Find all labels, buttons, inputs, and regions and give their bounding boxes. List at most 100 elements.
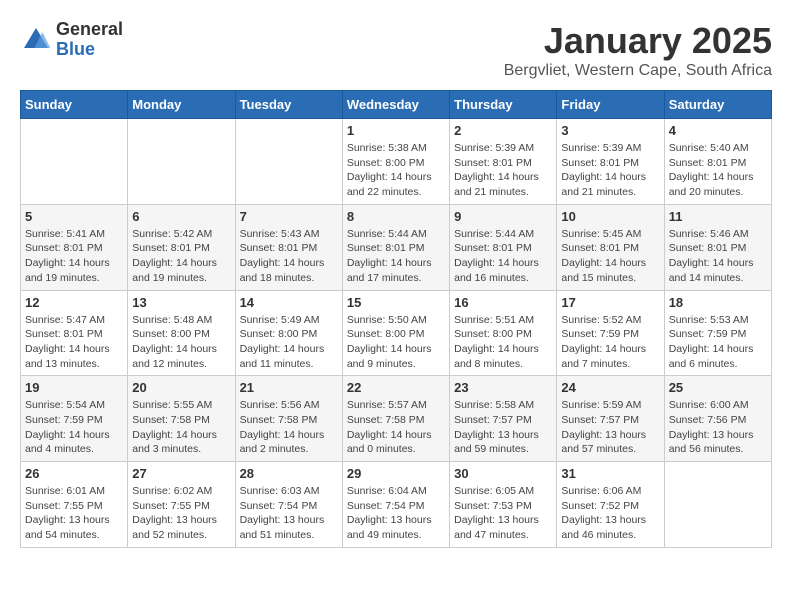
calendar-header-saturday: Saturday — [664, 91, 771, 119]
day-info: Sunrise: 5:55 AM Sunset: 7:58 PM Dayligh… — [132, 398, 230, 457]
day-number: 26 — [25, 466, 123, 481]
calendar-cell: 4Sunrise: 5:40 AM Sunset: 8:01 PM Daylig… — [664, 119, 771, 205]
calendar-cell: 8 Sunrise: 5:44 AM Sunset: 8:01 PM Daylig… — [342, 204, 449, 290]
day-info: Sunrise: 6:06 AM Sunset: 7:52 PM Dayligh… — [561, 484, 659, 543]
day-info: Sunrise: 6:03 AM Sunset: 7:54 PM Dayligh… — [240, 484, 338, 543]
calendar-cell: 29 Sunrise: 6:04 AM Sunset: 7:54 PM Dayli… — [342, 462, 449, 548]
calendar: SundayMondayTuesdayWednesdayThursdayFrid… — [20, 90, 772, 548]
day-number: 29 — [347, 466, 445, 481]
day-number: 19 — [25, 380, 123, 395]
calendar-cell: 28 Sunrise: 6:03 AM Sunset: 7:54 PM Dayli… — [235, 462, 342, 548]
day-info: Sunrise: 6:02 AM Sunset: 7:55 PM Dayligh… — [132, 484, 230, 543]
day-number: 11 — [669, 209, 767, 224]
calendar-cell: 7 Sunrise: 5:43 AM Sunset: 8:01 PM Daylig… — [235, 204, 342, 290]
day-number: 21 — [240, 380, 338, 395]
day-number: 10 — [561, 209, 659, 224]
location-title: Bergvliet, Western Cape, South Africa — [504, 62, 772, 80]
calendar-body: 1Sunrise: 5:38 AM Sunset: 8:00 PM Daylig… — [21, 119, 772, 548]
calendar-cell: 6 Sunrise: 5:42 AM Sunset: 8:01 PM Daylig… — [128, 204, 235, 290]
day-info: Sunrise: 5:49 AM Sunset: 8:00 PM Dayligh… — [240, 313, 338, 372]
day-number: 8 — [347, 209, 445, 224]
logo-general-text: General — [56, 19, 123, 39]
day-info: Sunrise: 5:44 AM Sunset: 8:01 PM Dayligh… — [347, 227, 445, 286]
calendar-cell: 30 Sunrise: 6:05 AM Sunset: 7:53 PM Dayli… — [450, 462, 557, 548]
day-number: 20 — [132, 380, 230, 395]
header: General Blue January 2025 Bergvliet, Wes… — [20, 20, 772, 80]
day-info: Sunrise: 5:39 AM Sunset: 8:01 PM Dayligh… — [454, 141, 552, 200]
calendar-week-row: 26Sunrise: 6:01 AM Sunset: 7:55 PM Dayli… — [21, 462, 772, 548]
day-number: 22 — [347, 380, 445, 395]
day-number: 14 — [240, 295, 338, 310]
day-info: Sunrise: 5:56 AM Sunset: 7:58 PM Dayligh… — [240, 398, 338, 457]
calendar-cell: 21 Sunrise: 5:56 AM Sunset: 7:58 PM Dayli… — [235, 376, 342, 462]
day-number: 3 — [561, 123, 659, 138]
calendar-header-row: SundayMondayTuesdayWednesdayThursdayFrid… — [21, 91, 772, 119]
day-number: 6 — [132, 209, 230, 224]
day-info: Sunrise: 5:44 AM Sunset: 8:01 PM Dayligh… — [454, 227, 552, 286]
day-info: Sunrise: 5:42 AM Sunset: 8:01 PM Dayligh… — [132, 227, 230, 286]
day-info: Sunrise: 5:50 AM Sunset: 8:00 PM Dayligh… — [347, 313, 445, 372]
calendar-cell: 3 Sunrise: 5:39 AM Sunset: 8:01 PM Daylig… — [557, 119, 664, 205]
day-info: Sunrise: 5:57 AM Sunset: 7:58 PM Dayligh… — [347, 398, 445, 457]
day-info: Sunrise: 5:43 AM Sunset: 8:01 PM Dayligh… — [240, 227, 338, 286]
logo-blue-text: Blue — [56, 39, 95, 59]
calendar-cell: 16 Sunrise: 5:51 AM Sunset: 8:00 PM Dayli… — [450, 290, 557, 376]
day-number: 24 — [561, 380, 659, 395]
day-info: Sunrise: 6:05 AM Sunset: 7:53 PM Dayligh… — [454, 484, 552, 543]
calendar-cell: 5 Sunrise: 5:41 AM Sunset: 8:01 PM Daylig… — [21, 204, 128, 290]
day-info: Sunrise: 5:40 AM Sunset: 8:01 PM Dayligh… — [669, 141, 767, 200]
logo-icon — [20, 24, 52, 56]
day-number: 7 — [240, 209, 338, 224]
calendar-cell — [128, 119, 235, 205]
calendar-cell: 10 Sunrise: 5:45 AM Sunset: 8:01 PM Dayli… — [557, 204, 664, 290]
day-info: Sunrise: 5:41 AM Sunset: 8:01 PM Dayligh… — [25, 227, 123, 286]
day-info: Sunrise: 5:58 AM Sunset: 7:57 PM Dayligh… — [454, 398, 552, 457]
calendar-cell: 24 Sunrise: 5:59 AM Sunset: 7:57 PM Dayli… — [557, 376, 664, 462]
calendar-cell: 22 Sunrise: 5:57 AM Sunset: 7:58 PM Dayli… — [342, 376, 449, 462]
day-number: 30 — [454, 466, 552, 481]
calendar-header-friday: Friday — [557, 91, 664, 119]
calendar-header-sunday: Sunday — [21, 91, 128, 119]
day-info: Sunrise: 5:53 AM Sunset: 7:59 PM Dayligh… — [669, 313, 767, 372]
calendar-cell: 17Sunrise: 5:52 AM Sunset: 7:59 PM Dayli… — [557, 290, 664, 376]
calendar-cell — [235, 119, 342, 205]
day-number: 28 — [240, 466, 338, 481]
day-number: 17 — [561, 295, 659, 310]
calendar-header-tuesday: Tuesday — [235, 91, 342, 119]
calendar-week-row: 19 Sunrise: 5:54 AM Sunset: 7:59 PM Dayli… — [21, 376, 772, 462]
calendar-cell: 1Sunrise: 5:38 AM Sunset: 8:00 PM Daylig… — [342, 119, 449, 205]
day-info: Sunrise: 6:00 AM Sunset: 7:56 PM Dayligh… — [669, 398, 767, 457]
calendar-week-row: 1Sunrise: 5:38 AM Sunset: 8:00 PM Daylig… — [21, 119, 772, 205]
day-info: Sunrise: 5:45 AM Sunset: 8:01 PM Dayligh… — [561, 227, 659, 286]
day-info: Sunrise: 5:39 AM Sunset: 8:01 PM Dayligh… — [561, 141, 659, 200]
day-number: 13 — [132, 295, 230, 310]
title-area: January 2025 Bergvliet, Western Cape, So… — [504, 20, 772, 80]
calendar-header-monday: Monday — [128, 91, 235, 119]
day-number: 25 — [669, 380, 767, 395]
day-info: Sunrise: 5:59 AM Sunset: 7:57 PM Dayligh… — [561, 398, 659, 457]
calendar-week-row: 5 Sunrise: 5:41 AM Sunset: 8:01 PM Daylig… — [21, 204, 772, 290]
calendar-cell: 27 Sunrise: 6:02 AM Sunset: 7:55 PM Dayli… — [128, 462, 235, 548]
calendar-cell: 15 Sunrise: 5:50 AM Sunset: 8:00 PM Dayli… — [342, 290, 449, 376]
day-number: 23 — [454, 380, 552, 395]
calendar-header-wednesday: Wednesday — [342, 91, 449, 119]
calendar-cell: 11Sunrise: 5:46 AM Sunset: 8:01 PM Dayli… — [664, 204, 771, 290]
day-info: Sunrise: 5:38 AM Sunset: 8:00 PM Dayligh… — [347, 141, 445, 200]
calendar-cell: 14 Sunrise: 5:49 AM Sunset: 8:00 PM Dayli… — [235, 290, 342, 376]
day-info: Sunrise: 5:51 AM Sunset: 8:00 PM Dayligh… — [454, 313, 552, 372]
day-info: Sunrise: 5:54 AM Sunset: 7:59 PM Dayligh… — [25, 398, 123, 457]
day-number: 15 — [347, 295, 445, 310]
day-number: 27 — [132, 466, 230, 481]
day-number: 9 — [454, 209, 552, 224]
calendar-cell: 20 Sunrise: 5:55 AM Sunset: 7:58 PM Dayli… — [128, 376, 235, 462]
calendar-cell: 25 Sunrise: 6:00 AM Sunset: 7:56 PM Dayli… — [664, 376, 771, 462]
logo: General Blue — [20, 20, 123, 60]
day-number: 16 — [454, 295, 552, 310]
calendar-cell: 31 Sunrise: 6:06 AM Sunset: 7:52 PM Dayli… — [557, 462, 664, 548]
day-number: 5 — [25, 209, 123, 224]
calendar-cell: 9 Sunrise: 5:44 AM Sunset: 8:01 PM Daylig… — [450, 204, 557, 290]
calendar-cell — [664, 462, 771, 548]
calendar-cell: 18Sunrise: 5:53 AM Sunset: 7:59 PM Dayli… — [664, 290, 771, 376]
day-number: 31 — [561, 466, 659, 481]
day-info: Sunrise: 6:04 AM Sunset: 7:54 PM Dayligh… — [347, 484, 445, 543]
